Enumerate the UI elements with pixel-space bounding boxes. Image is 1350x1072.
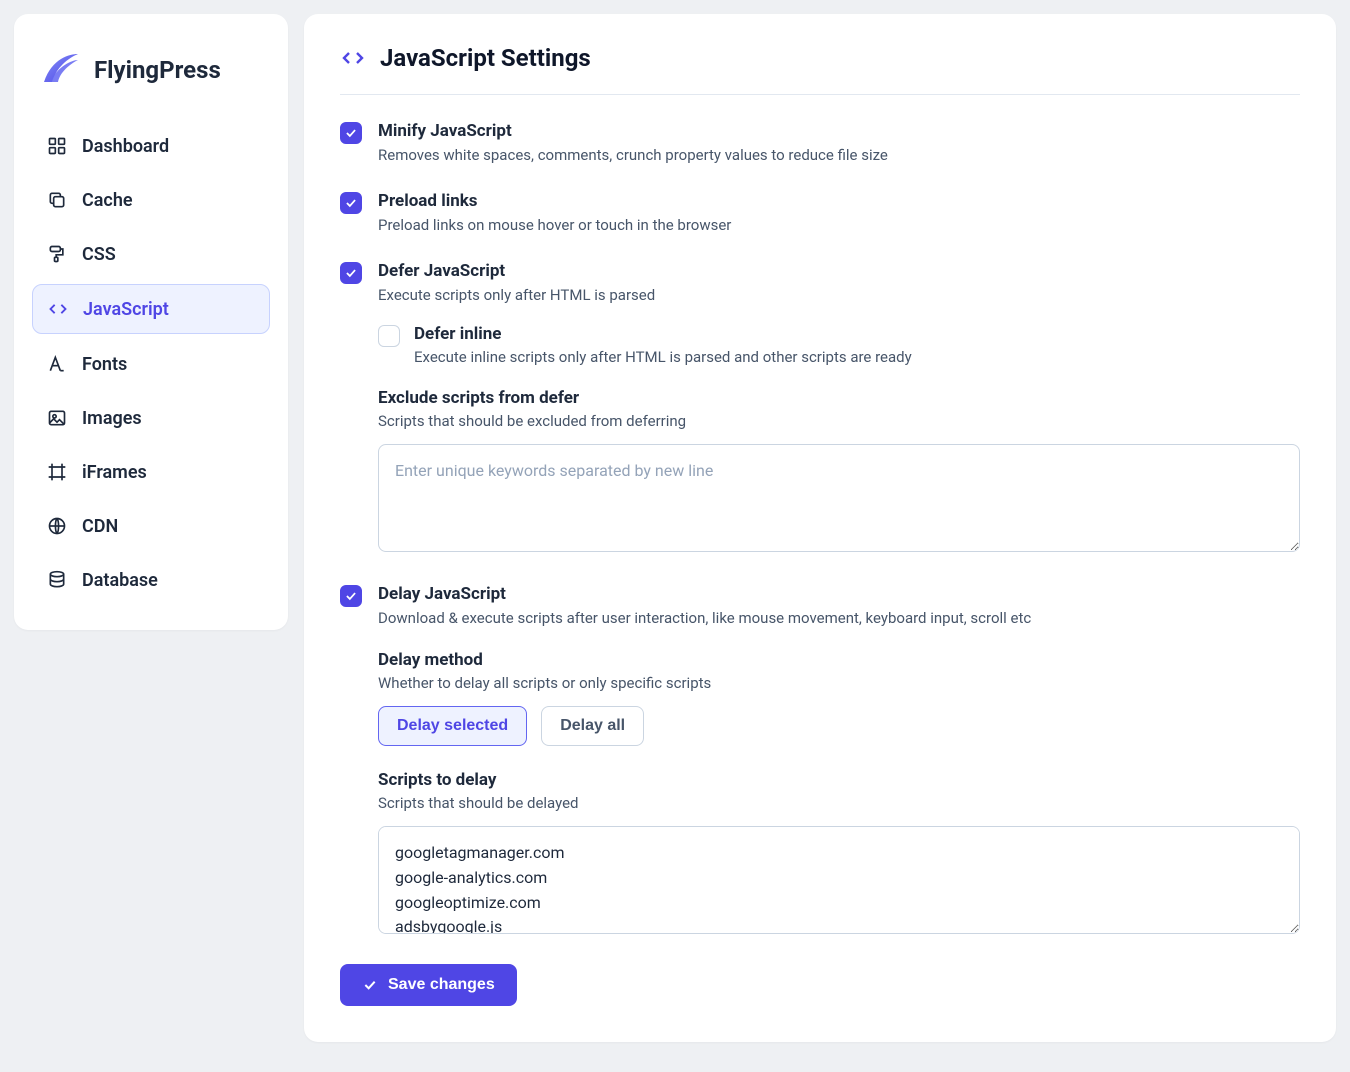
sidebar-item-css[interactable]: CSS [32,230,270,278]
preload-checkbox[interactable] [340,192,362,214]
setting-delay: Delay JavaScript Download & execute scri… [340,584,1300,630]
delay-all-button[interactable]: Delay all [541,706,644,746]
sidebar-item-cache[interactable]: Cache [32,176,270,224]
brand-name: FlyingPress [94,56,221,84]
preload-desc: Preload links on mouse hover or touch in… [378,215,1300,237]
scripts-delay-block: Scripts to delay Scripts that should be … [378,770,1300,938]
sidebar-item-javascript[interactable]: JavaScript [32,284,270,334]
database-icon [46,569,68,591]
exclude-defer-input[interactable] [378,444,1300,552]
sidebar-item-iframes[interactable]: iFrames [32,448,270,496]
delay-selected-button[interactable]: Delay selected [378,706,527,746]
defer-checkbox[interactable] [340,262,362,284]
sidebar-item-label: Database [82,570,158,591]
nav: Dashboard Cache CSS JavaScript Fonts Ima… [32,122,270,604]
save-button[interactable]: Save changes [340,964,517,1006]
brand-logo [38,48,82,92]
defer-desc: Execute scripts only after HTML is parse… [378,285,1300,307]
check-icon [362,977,378,993]
paint-roller-icon [46,243,68,265]
defer-inline-desc: Execute inline scripts only after HTML i… [414,348,912,366]
sidebar: FlyingPress Dashboard Cache CSS JavaScri… [14,14,288,630]
font-icon [46,353,68,375]
minify-checkbox[interactable] [340,122,362,144]
minify-title: Minify JavaScript [378,121,1300,141]
setting-minify: Minify JavaScript Removes white spaces, … [340,121,1300,167]
sidebar-item-label: CDN [82,516,118,537]
setting-defer-inline: Defer inline Execute inline scripts only… [378,324,1300,366]
sidebar-item-images[interactable]: Images [32,394,270,442]
code-icon [47,298,69,320]
sidebar-item-label: Cache [82,190,133,211]
delay-desc: Download & execute scripts after user in… [378,608,1300,630]
defer-inline-checkbox[interactable] [378,325,400,347]
frame-icon [46,461,68,483]
setting-preload: Preload links Preload links on mouse hov… [340,191,1300,237]
sidebar-item-database[interactable]: Database [32,556,270,604]
scripts-delay-input[interactable] [378,826,1300,934]
dashboard-icon [46,135,68,157]
defer-inline-title: Defer inline [414,324,912,344]
delay-method-title: Delay method [378,650,1300,670]
delay-title: Delay JavaScript [378,584,1300,604]
minify-desc: Removes white spaces, comments, crunch p… [378,145,1300,167]
delay-method-desc: Whether to delay all scripts or only spe… [378,674,1300,692]
sidebar-item-label: Fonts [82,354,127,375]
sidebar-item-label: JavaScript [83,299,169,320]
main-panel: JavaScript Settings Minify JavaScript Re… [304,14,1336,1042]
exclude-defer-title: Exclude scripts from defer [378,388,1300,408]
exclude-defer-desc: Scripts that should be excluded from def… [378,412,1300,430]
exclude-defer-block: Exclude scripts from defer Scripts that … [378,388,1300,556]
scripts-delay-desc: Scripts that should be delayed [378,794,1300,812]
defer-title: Defer JavaScript [378,261,1300,281]
code-icon [340,45,366,71]
save-button-label: Save changes [388,976,495,994]
sidebar-item-label: Images [82,408,142,429]
scripts-delay-title: Scripts to delay [378,770,1300,790]
delay-checkbox[interactable] [340,585,362,607]
sidebar-item-label: CSS [82,244,116,265]
sidebar-item-cdn[interactable]: CDN [32,502,270,550]
sidebar-item-label: Dashboard [82,136,169,157]
preload-title: Preload links [378,191,1300,211]
delay-method-block: Delay method Whether to delay all script… [378,650,1300,746]
sidebar-item-label: iFrames [82,462,147,483]
setting-defer: Defer JavaScript Execute scripts only af… [340,261,1300,307]
globe-icon [46,515,68,537]
sidebar-item-fonts[interactable]: Fonts [32,340,270,388]
sidebar-item-dashboard[interactable]: Dashboard [32,122,270,170]
page-title: JavaScript Settings [380,44,591,72]
brand: FlyingPress [32,42,270,114]
page-header: JavaScript Settings [340,44,1300,95]
image-icon [46,407,68,429]
copy-icon [46,189,68,211]
